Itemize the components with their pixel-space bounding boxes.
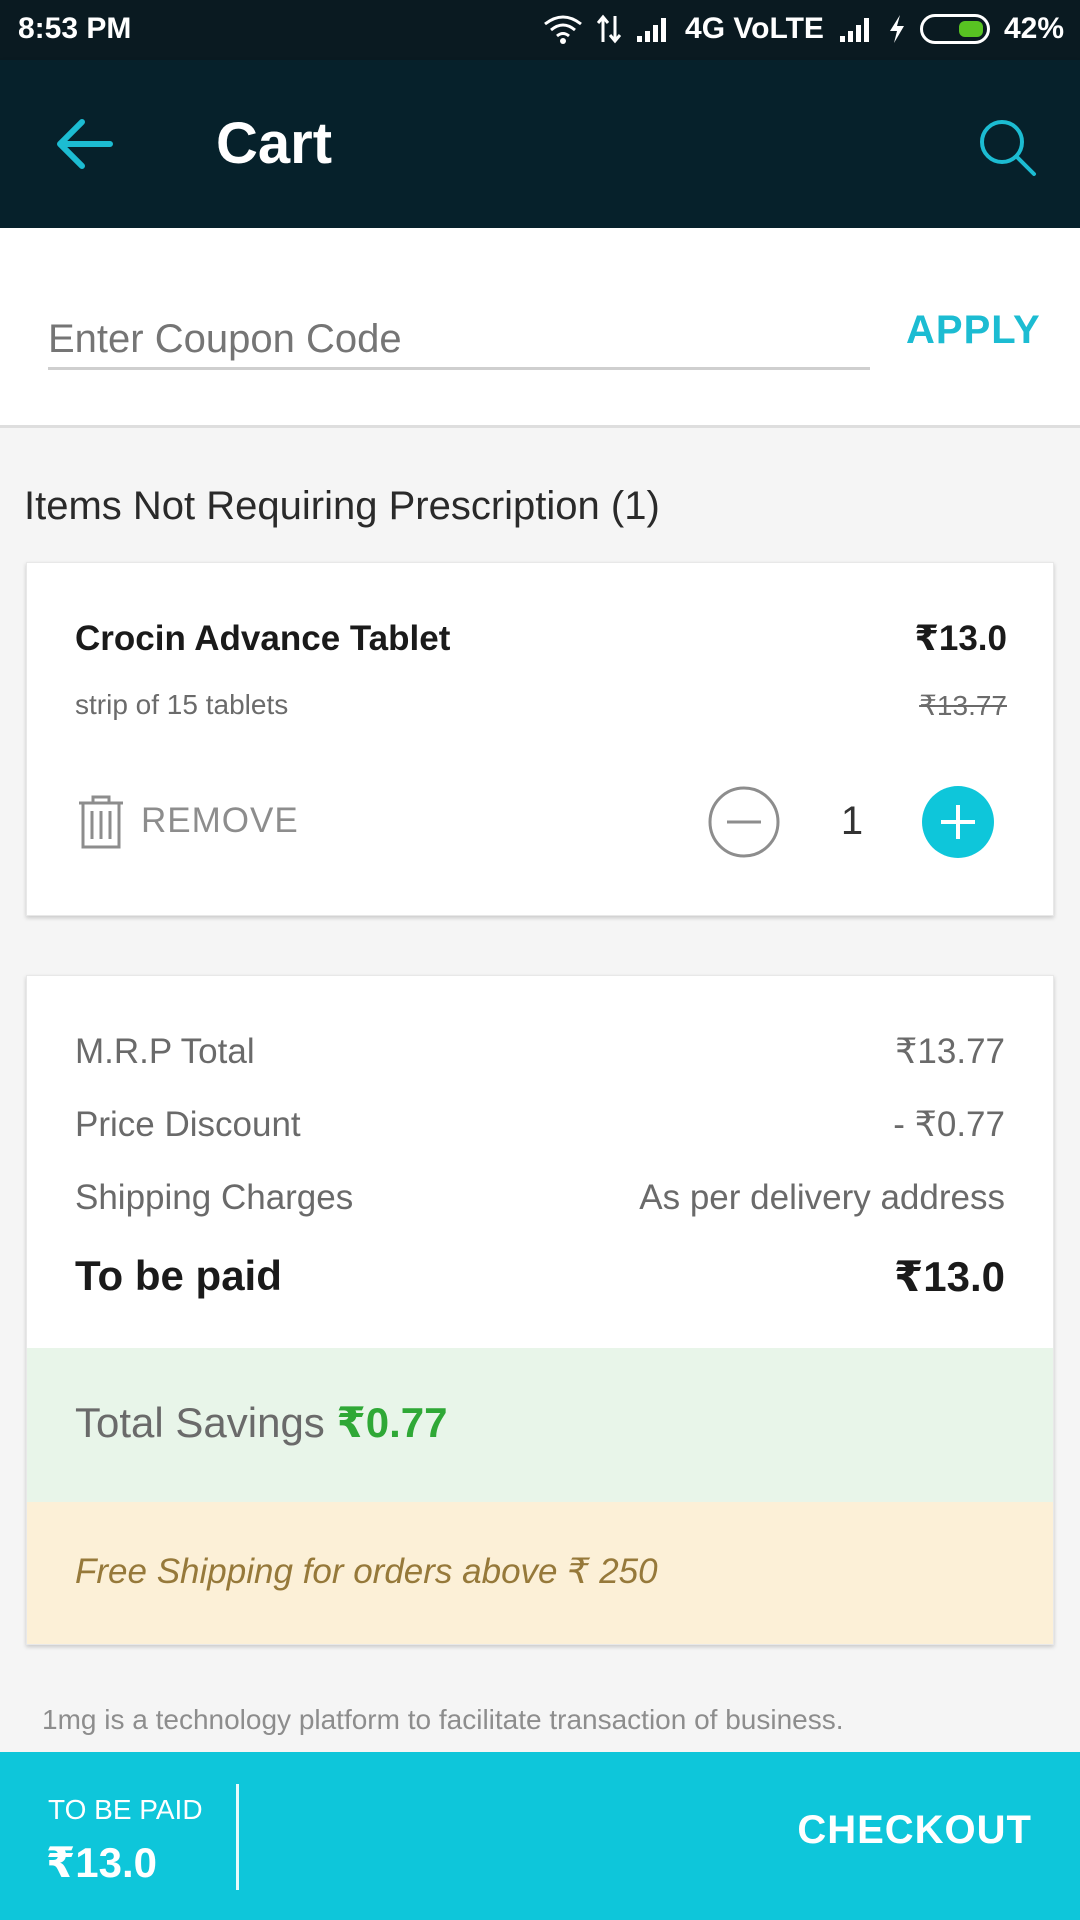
app-bar: Cart [0, 60, 1080, 228]
quantity-value: 1 [840, 799, 864, 843]
increase-quantity-button[interactable] [921, 785, 995, 859]
status-time: 8:53 PM [18, 12, 132, 45]
savings-label: Total Savings [75, 1399, 325, 1446]
signal-icon [637, 18, 667, 42]
remove-label: REMOVE [141, 801, 299, 840]
free-shipping-banner: Free Shipping for orders above ₹ 250 [27, 1502, 1053, 1644]
data-arrows-icon [597, 14, 622, 44]
wifi-icon [544, 15, 582, 44]
bottom-to-be-paid-label: TO BE PAID [48, 1794, 203, 1825]
decrease-quantity-button[interactable] [707, 785, 781, 859]
summary-row-total: To be paid ₹13.0 [75, 1252, 1005, 1301]
search-icon[interactable] [976, 116, 1038, 178]
network-type: 4G VoLTE [685, 12, 824, 45]
coupon-code-input[interactable] [48, 318, 870, 370]
disclaimer-text: 1mg is a technology platform to facilita… [42, 1704, 844, 1735]
remove-item-button[interactable]: REMOVE [75, 793, 299, 849]
savings-amount: ₹0.77 [336, 1399, 448, 1446]
item-pack-size: strip of 15 tablets [75, 689, 289, 720]
cart-item-card: Crocin Advance Tablet ₹13.0 strip of 15 … [26, 562, 1054, 916]
checkout-bar: TO BE PAID ₹13.0 CHECKOUT [0, 1752, 1080, 1920]
item-name: Crocin Advance Tablet [75, 619, 451, 658]
summary-value: ₹13.77 [895, 1032, 1005, 1071]
divider [236, 1784, 239, 1890]
status-bar: 8:53 PM 4G VoLTE 42% [0, 0, 1080, 60]
battery-icon [919, 14, 990, 44]
coupon-section: APPLY [0, 228, 1080, 428]
bottom-to-be-paid-amount: ₹13.0 [46, 1839, 157, 1886]
to-be-paid-label: To be paid [75, 1252, 282, 1299]
battery-percent: 42% [1003, 12, 1064, 45]
summary-row-discount: Price Discount - ₹0.77 [75, 1105, 1005, 1145]
item-mrp: ₹13.77 [919, 690, 1007, 721]
summary-label: Shipping Charges [75, 1178, 354, 1217]
apply-coupon-button[interactable]: APPLY [906, 308, 1041, 353]
trash-icon [79, 795, 123, 849]
summary-row-mrp: M.R.P Total ₹13.77 [75, 1032, 1005, 1072]
item-price: ₹13.0 [914, 619, 1007, 658]
charging-icon [889, 15, 904, 43]
summary-label: M.R.P Total [75, 1032, 255, 1071]
back-arrow-icon[interactable] [52, 114, 116, 174]
section-title: Items Not Requiring Prescription (1) [24, 484, 660, 528]
summary-label: Price Discount [75, 1105, 301, 1144]
page-title: Cart [216, 111, 333, 176]
status-icons: 4G VoLTE 42% [543, 12, 1064, 46]
checkout-button[interactable]: CHECKOUT [797, 1808, 1032, 1853]
shipping-note: Free Shipping for orders above ₹ 250 [75, 1552, 658, 1591]
order-summary-card: M.R.P Total ₹13.77 Price Discount - ₹0.7… [26, 975, 1054, 1645]
summary-value: - ₹0.77 [893, 1105, 1005, 1144]
summary-row-shipping: Shipping Charges As per delivery address [75, 1178, 1005, 1218]
total-savings-banner: Total Savings ₹0.77 [27, 1348, 1053, 1502]
to-be-paid-value: ₹13.0 [894, 1253, 1005, 1300]
summary-value: As per delivery address [639, 1178, 1005, 1217]
signal-icon [839, 18, 869, 42]
